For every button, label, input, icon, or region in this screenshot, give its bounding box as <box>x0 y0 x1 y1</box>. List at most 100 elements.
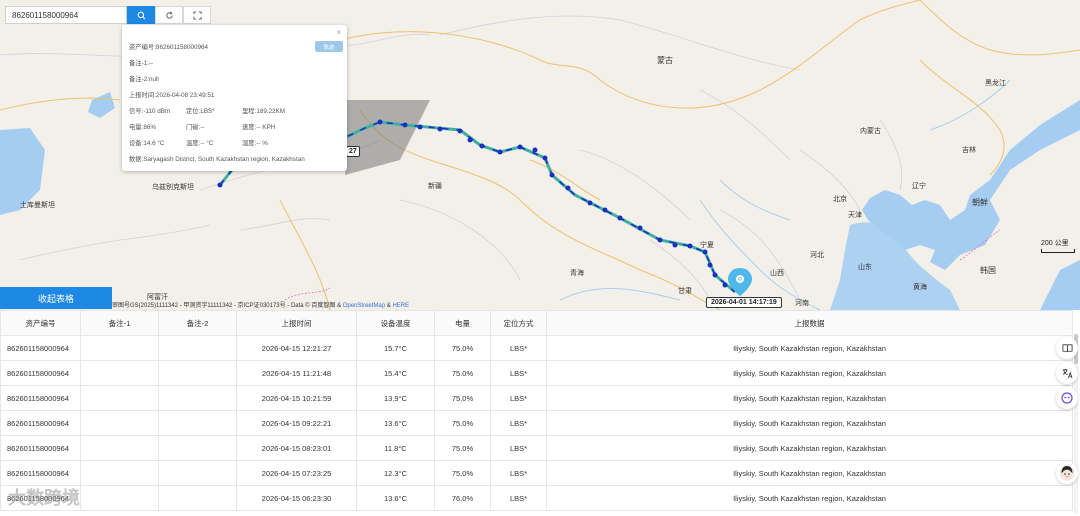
cell-positioning: LBS* <box>490 435 547 461</box>
table-row[interactable]: 862601158000964 2026-04-15 06:23:30 13.6… <box>0 485 1073 511</box>
popup-temp: 温度:-- °C <box>186 140 214 147</box>
cell-asset-no: 862601158000964 <box>0 360 81 386</box>
cell-positioning: LBS* <box>490 385 547 411</box>
map-label-xinjiang: 新疆 <box>428 183 442 190</box>
popup-report-time: 上报时间:2026-04-08 23:49:51 <box>129 92 215 99</box>
table-row[interactable]: 862601158000964 2026-04-15 10:21:59 13.9… <box>0 385 1073 411</box>
cell-note1 <box>80 385 159 411</box>
refresh-button[interactable] <box>155 6 183 24</box>
cell-asset-no: 862601158000964 <box>0 385 81 411</box>
book-icon <box>1062 343 1072 352</box>
cell-report-time: 2026-04-15 12:21:27 <box>236 335 357 361</box>
map-view[interactable]: 终 蒙古 新疆 乌兹别克斯坦 土库曼斯坦 阿富汗 内蒙古 黑龙江 吉林 辽宁 北… <box>0 0 1080 310</box>
translate-button[interactable] <box>1056 362 1078 384</box>
assistant-button[interactable] <box>1056 387 1078 409</box>
popup-signal: 信号:-110 dBm <box>129 108 171 115</box>
cell-asset-no: 862601158000964 <box>0 435 81 461</box>
table-row[interactable]: 862601158000964 2026-04-15 12:21:27 15.7… <box>0 335 1073 361</box>
popup-positioning: 定位:LBS* <box>186 108 215 115</box>
map-copyright: 审图号GS(2025)1111342 - 甲测资字11111342 - 京ICP… <box>112 300 409 309</box>
cell-note1 <box>80 435 159 461</box>
col-positioning[interactable]: 定位方式 <box>490 310 547 336</box>
table-row[interactable]: 862601158000964 2026-04-15 07:23:25 12.3… <box>0 460 1073 486</box>
close-icon[interactable]: × <box>336 28 341 37</box>
svg-text:终: 终 <box>737 276 742 283</box>
map-label-yellow-sea: 黄海 <box>913 284 927 291</box>
cell-device-temp: 13.6°C <box>356 410 435 436</box>
cell-note1 <box>80 410 159 436</box>
here-link[interactable]: HERE <box>392 303 409 309</box>
cell-battery: 75.0% <box>434 385 491 411</box>
cell-note2 <box>158 435 237 461</box>
popup-note1: 备注-1:-- <box>129 60 154 67</box>
cell-note2 <box>158 410 237 436</box>
watermark: 大数跨境 <box>8 488 80 508</box>
map-label-jilin: 吉林 <box>962 147 976 154</box>
col-note2[interactable]: 备注-2 <box>158 310 237 336</box>
cell-battery: 75.0% <box>434 435 491 461</box>
collapse-table-button[interactable]: 收起表格 <box>0 287 112 309</box>
scale-label: 200 公里 <box>1041 240 1069 247</box>
cell-device-temp: 15.4°C <box>356 360 435 386</box>
end-timestamp-label: 2026-04-01 14:17:19 <box>706 297 782 308</box>
avatar[interactable] <box>1056 462 1078 484</box>
cell-battery: 75.0% <box>434 360 491 386</box>
table-header-row: 资产编号 备注-1 备注-2 上报时间 设备温度 电量 定位方式 上报数据 <box>0 310 1073 336</box>
cell-device-temp: 13.6°C <box>356 485 435 511</box>
avatar-icon <box>1059 465 1075 481</box>
cell-report-time: 2026-04-15 07:23:25 <box>236 460 357 486</box>
popup-device-temp: 设备:14.6 °C <box>129 140 165 147</box>
cell-report-time: 2026-04-15 08:23:01 <box>236 435 357 461</box>
map-label-south-korea: 韩国 <box>980 266 996 275</box>
col-report-data[interactable]: 上报数据 <box>546 310 1073 336</box>
popup-asset-no: 资产编号:862601158000964 <box>129 44 208 51</box>
cell-report-data: Iliyskiy, South Kazakhstan region, Kazak… <box>546 435 1073 461</box>
cell-note1 <box>80 335 159 361</box>
col-device-temp[interactable]: 设备温度 <box>356 310 435 336</box>
track-button[interactable]: 轨迹 <box>315 41 343 52</box>
cell-report-time: 2026-04-15 11:21:48 <box>236 360 357 386</box>
cell-device-temp: 13.9°C <box>356 385 435 411</box>
cell-device-temp: 15.7°C <box>356 335 435 361</box>
col-report-time[interactable]: 上报时间 <box>236 310 357 336</box>
osm-link[interactable]: OpenStreetMap <box>343 303 385 309</box>
popup-battery: 电量:86% <box>129 124 156 131</box>
map-label-gansu: 甘肃 <box>678 288 692 295</box>
cell-asset-no: 862601158000964 <box>0 410 81 436</box>
cell-positioning: LBS* <box>490 460 547 486</box>
cell-asset-no: 862601158000964 <box>0 335 81 361</box>
map-label-uzbekistan: 乌兹别克斯坦 <box>152 184 194 191</box>
fullscreen-icon <box>192 10 202 20</box>
map-label-tianjin: 天津 <box>848 212 862 219</box>
table-row[interactable]: 862601158000964 2026-04-15 08:23:01 11.8… <box>0 435 1073 461</box>
cell-note1 <box>80 485 159 511</box>
cell-battery: 76.0% <box>434 485 491 511</box>
assistant-icon <box>1061 392 1073 404</box>
map-label-shandong: 山东 <box>858 264 872 271</box>
col-note1[interactable]: 备注-1 <box>80 310 159 336</box>
cell-positioning: LBS* <box>490 410 547 436</box>
map-label-heilongjiang: 黑龙江 <box>985 80 1006 87</box>
table-row[interactable]: 862601158000964 2026-04-15 11:21:48 15.4… <box>0 360 1073 386</box>
cell-positioning: LBS* <box>490 360 547 386</box>
book-button[interactable] <box>1056 337 1078 359</box>
fullscreen-button[interactable] <box>183 6 211 24</box>
map-label-beijing: 北京 <box>833 196 847 203</box>
cell-report-data: Iliyskiy, South Kazakhstan region, Kazak… <box>546 485 1073 511</box>
map-label-north-korea: 朝鲜 <box>972 198 988 207</box>
cell-device-temp: 12.3°C <box>356 460 435 486</box>
search-button[interactable] <box>127 6 155 24</box>
cell-device-temp: 11.8°C <box>356 435 435 461</box>
col-asset-no[interactable]: 资产编号 <box>0 310 81 336</box>
cell-battery: 75.0% <box>434 460 491 486</box>
cell-report-data: Iliyskiy, South Kazakhstan region, Kazak… <box>546 410 1073 436</box>
table-row[interactable]: 862601158000964 2026-04-15 09:22:21 13.6… <box>0 410 1073 436</box>
cell-report-time: 2026-04-15 06:23:30 <box>236 485 357 511</box>
cell-asset-no: 862601158000964 <box>0 460 81 486</box>
popup-door: 门磁:-- <box>186 124 205 131</box>
search-input[interactable]: 862601158000964 <box>5 6 127 24</box>
cell-note2 <box>158 485 237 511</box>
device-info-popup: × 轨迹 资产编号:862601158000964 备注-1:-- 备注-2:n… <box>122 25 347 171</box>
col-battery[interactable]: 电量 <box>434 310 491 336</box>
popup-speed: 速度:-- KPH <box>242 124 276 131</box>
